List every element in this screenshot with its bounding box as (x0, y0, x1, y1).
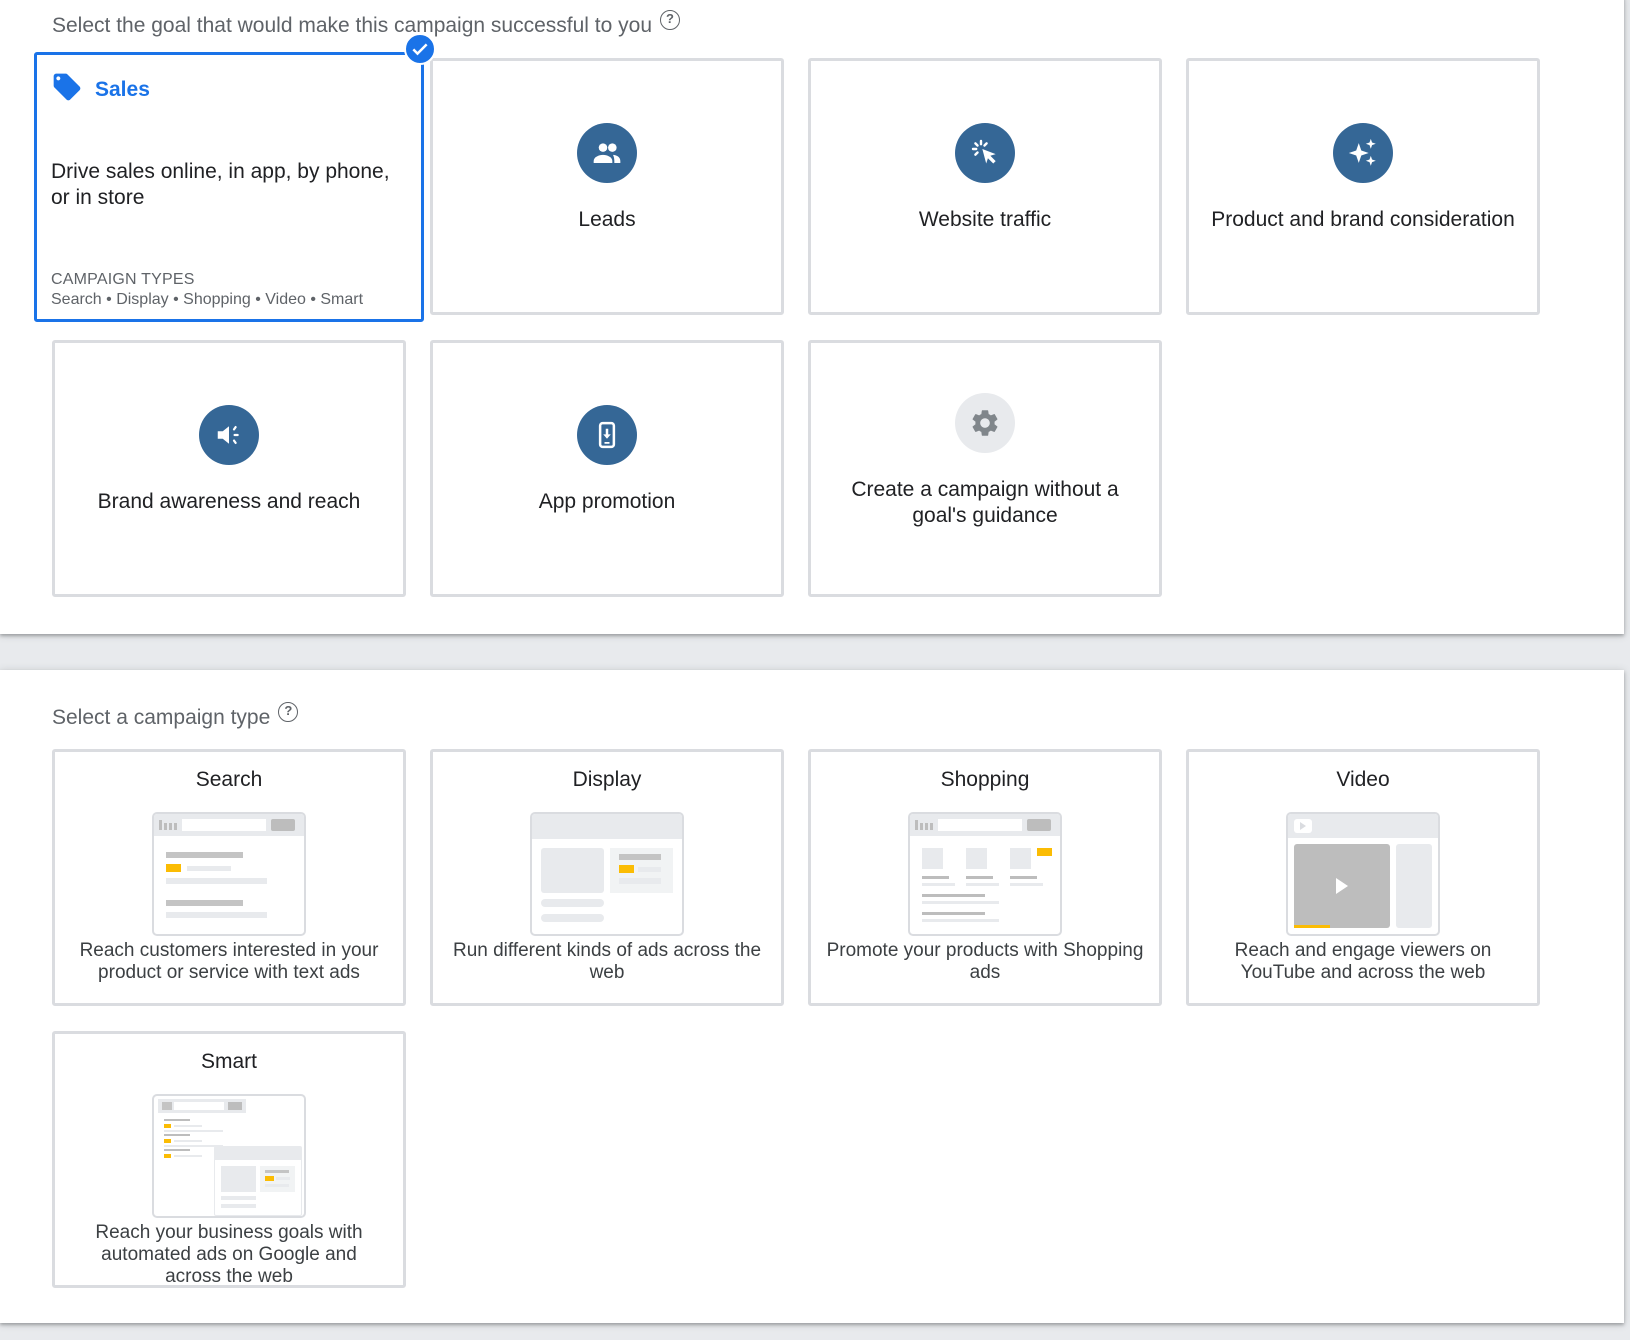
type-title: Shopping (940, 768, 1030, 791)
type-card-shopping[interactable]: Shopping Promote your products with Shop… (808, 749, 1162, 1006)
goal-card-sales[interactable]: Sales Drive sales online, in app, by pho… (34, 52, 424, 322)
gear-icon (955, 393, 1015, 453)
shopping-ad-illustration (908, 812, 1062, 936)
type-card-display[interactable]: Display Run different kinds of ads acros… (430, 749, 784, 1006)
goal-selection-panel: Select the goal that would make this cam… (0, 0, 1624, 634)
smart-ad-illustration (152, 1094, 306, 1218)
help-icon[interactable]: ? (278, 702, 299, 722)
type-card-search[interactable]: Search Reach customers interested in you… (52, 749, 406, 1006)
type-title: Display (572, 768, 642, 791)
goal-label: Leads (578, 208, 636, 231)
goal-card-no-guidance[interactable]: Create a campaign without a goal's guida… (808, 340, 1162, 597)
type-description: Promote your products with Shopping ads (826, 940, 1144, 983)
sparkle-icon (1333, 123, 1393, 183)
goal-label: Brand awareness and reach (97, 490, 361, 513)
goal-description: Drive sales online, in app, by phone, or… (51, 160, 390, 209)
people-icon (577, 123, 637, 183)
type-section-title: Select a campaign type (52, 706, 271, 729)
help-icon[interactable]: ? (660, 10, 680, 30)
cursor-click-icon (955, 123, 1015, 183)
type-title: Smart (200, 1050, 257, 1073)
video-ad-illustration (1286, 812, 1440, 936)
display-ad-illustration (530, 812, 684, 936)
search-ad-illustration (152, 812, 306, 936)
goal-label: Create a campaign without a goal's guida… (851, 478, 1119, 527)
type-card-smart[interactable]: Smart Reach your business goals with aut… (52, 1031, 406, 1288)
campaign-type-panel: Select a campaign type ? Search Reach cu… (0, 670, 1624, 1323)
type-title: Search (195, 768, 263, 791)
megaphone-icon (199, 405, 259, 465)
type-description: Reach and engage viewers on YouTube and … (1234, 940, 1492, 983)
campaign-types-list: Search • Display • Shopping • Video • Sm… (51, 291, 364, 308)
selected-check-icon (404, 33, 436, 65)
type-description: Reach customers interested in your produ… (79, 940, 379, 983)
goal-label: Product and brand consideration (1211, 208, 1515, 231)
goal-title: Sales (95, 77, 150, 101)
goal-label: App promotion (538, 490, 676, 513)
goal-section-title: Select the goal that would make this cam… (52, 14, 652, 37)
goal-section-header: Select the goal that would make this cam… (52, 10, 680, 38)
type-section-header: Select a campaign type ? (52, 702, 299, 730)
phone-download-icon (577, 405, 637, 465)
goal-card-app-promotion[interactable]: App promotion (430, 340, 784, 597)
type-card-video[interactable]: Video Reach and engage viewers on YouTub… (1186, 749, 1540, 1006)
goal-card-brand-awareness[interactable]: Brand awareness and reach (52, 340, 406, 597)
tag-icon (51, 71, 83, 108)
campaign-types-label: CAMPAIGN TYPES (51, 271, 195, 288)
goal-card-product-brand-consideration[interactable]: Product and brand consideration (1186, 58, 1540, 315)
type-title: Video (1336, 768, 1390, 791)
goal-card-website-traffic[interactable]: Website traffic (808, 58, 1162, 315)
type-description: Run different kinds of ads across the we… (452, 940, 762, 983)
goal-label: Website traffic (918, 208, 1052, 231)
goal-card-leads[interactable]: Leads (430, 58, 784, 315)
type-description: Reach your business goals with automated… (95, 1222, 363, 1287)
